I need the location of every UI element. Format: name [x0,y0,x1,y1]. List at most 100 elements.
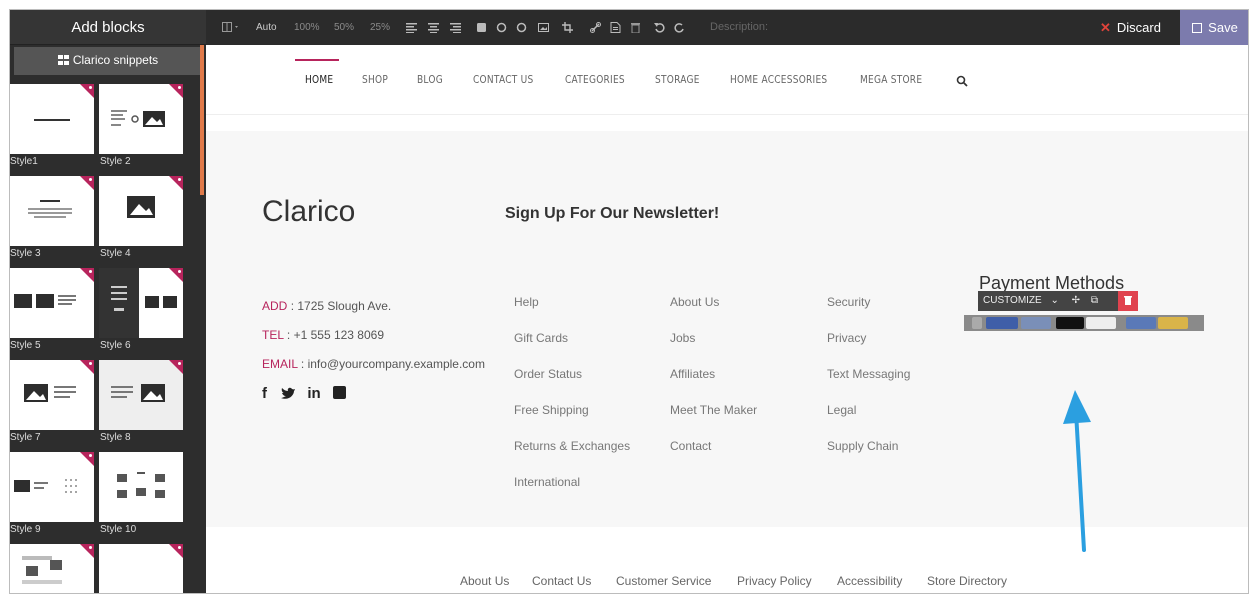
redo-icon[interactable] [674,22,686,33]
undo-icon[interactable] [654,22,666,33]
snippet-style9[interactable] [10,452,94,522]
snippet-label: Style 2 [100,156,131,167]
floppy-icon [1192,23,1203,33]
linkedin-icon[interactable]: in [307,385,320,402]
zoom-100[interactable]: 100% [294,10,320,45]
google-plus-icon[interactable] [332,386,346,399]
sidebar-scrollbar[interactable] [200,45,204,195]
footer-link[interactable]: Affiliates [670,367,715,381]
brand-logo[interactable]: Clarico [262,195,355,229]
nav-blog[interactable]: BLOG [417,73,443,86]
snippet-label: Style 4 [100,248,131,259]
image-icon[interactable] [538,22,550,33]
bottom-link[interactable]: Store Directory [927,574,1007,588]
social-links: f in [262,385,346,402]
snippet-label: Style1 [10,156,38,167]
snippet-label: Style 5 [10,340,41,351]
editor-window: Add blocks Clarico snippets Style1 Style… [9,9,1249,594]
nav-home-accessories[interactable]: HOME ACCESSORIES [730,73,827,86]
circle-outline-icon[interactable] [516,22,528,33]
snippet-style6[interactable] [99,268,139,338]
footer-link[interactable]: Security [827,295,870,309]
paypal-icon [1021,317,1051,329]
crop-icon[interactable] [562,22,574,33]
circle-icon[interactable] [496,22,508,33]
footer-link[interactable]: Returns & Exchanges [514,439,630,453]
link-icon[interactable] [590,22,602,33]
snippets-category[interactable]: Clarico snippets [14,47,202,75]
save-button[interactable]: Save [1180,10,1248,45]
bottom-link[interactable]: Accessibility [837,574,902,588]
nav-storage[interactable]: STORAGE [655,73,700,86]
footer-link[interactable]: Meet The Maker [670,403,757,417]
nav-mega-store[interactable]: MEGA STORE [860,73,922,86]
file-icon[interactable] [610,22,622,33]
snippet-style10[interactable] [99,452,183,522]
footer-link[interactable]: Order Status [514,367,582,381]
zoom-25[interactable]: 25% [370,10,390,45]
footer-link[interactable]: Legal [827,403,856,417]
snippet-style2[interactable] [99,84,183,154]
checkbox-icon[interactable] [972,317,982,329]
zoom-50[interactable]: 50% [334,10,354,45]
nav-categories[interactable]: CATEGORIES [565,73,625,86]
align-center-icon[interactable] [428,22,440,33]
nav-contact-us[interactable]: CONTACT US [473,73,533,86]
customize-dropdown[interactable]: CUSTOMIZE [983,295,1042,306]
newsletter-title: Sign Up For Our Newsletter! [505,205,720,222]
snippet-style7[interactable] [10,360,94,430]
visa-icon [1086,317,1116,329]
trash-icon[interactable] [630,22,642,33]
footer-link[interactable]: About Us [670,295,719,309]
snippet-style3[interactable] [10,176,94,246]
discard-button[interactable]: ✕ Discard [1100,10,1161,45]
footer-link[interactable]: Text Messaging [827,367,910,381]
zoom-auto[interactable]: Auto [256,10,277,45]
snippet-style1[interactable] [10,84,94,154]
snippet-label: Style 10 [100,524,137,535]
chevron-down-icon[interactable]: ⌄ [1051,295,1059,306]
facebook-icon[interactable]: f [262,385,267,402]
square-icon[interactable] [476,22,488,33]
mastercard-icon [986,317,1018,329]
snippet-style12[interactable] [99,544,183,593]
snippets-label: Clarico snippets [72,53,159,67]
remove-block-button[interactable] [1118,291,1138,311]
footer-link[interactable]: Contact [670,439,711,453]
footer-link[interactable]: Supply Chain [827,439,898,453]
snippet-label: Style 3 [10,248,41,259]
page-canvas: HOME SHOP BLOG CONTACT US CATEGORIES STO… [206,45,1248,593]
snippet-label: Style 6 [100,340,131,351]
snippet-style8[interactable] [99,360,183,430]
description-label[interactable]: Description: [710,10,768,45]
footer-link[interactable]: International [514,475,580,489]
footer-link[interactable]: Privacy [827,331,866,345]
search-icon[interactable] [956,75,968,87]
bottom-link[interactable]: Customer Service [616,574,711,588]
bottom-link[interactable]: Privacy Policy [737,574,812,588]
layout-icon[interactable] [222,22,242,33]
bottom-link[interactable]: About Us [460,574,509,588]
contact-email[interactable]: EMAIL : info@yourcompany.example.com [262,357,485,371]
nav-home[interactable]: HOME [305,73,333,86]
footer-link[interactable]: Gift Cards [514,331,568,345]
snippet-label: Style 8 [100,432,131,443]
discover-icon [1056,317,1084,329]
footer-link[interactable]: Free Shipping [514,403,589,417]
snippet-style11[interactable] [10,544,94,593]
footer-link[interactable]: Jobs [670,331,695,345]
snippet-style4[interactable] [99,176,183,246]
align-right-icon[interactable] [450,22,462,33]
clone-icon[interactable]: ⧉ [1091,295,1098,306]
align-left-icon[interactable] [406,22,418,33]
customize-bar[interactable]: CUSTOMIZE ⌄ ✢ ⧉ [978,291,1138,311]
bottom-link[interactable]: Contact Us [532,574,591,588]
main-navigation: HOME SHOP BLOG CONTACT US CATEGORIES STO… [206,45,1248,115]
nav-shop[interactable]: SHOP [362,73,388,86]
twitter-icon[interactable] [281,387,296,399]
snippet-style5[interactable] [10,268,94,338]
blocks-sidebar: Add blocks Clarico snippets Style1 Style… [10,10,206,593]
snippet-label: Style 9 [10,524,41,535]
move-icon[interactable]: ✢ [1072,295,1080,306]
footer-link[interactable]: Help [514,295,539,309]
